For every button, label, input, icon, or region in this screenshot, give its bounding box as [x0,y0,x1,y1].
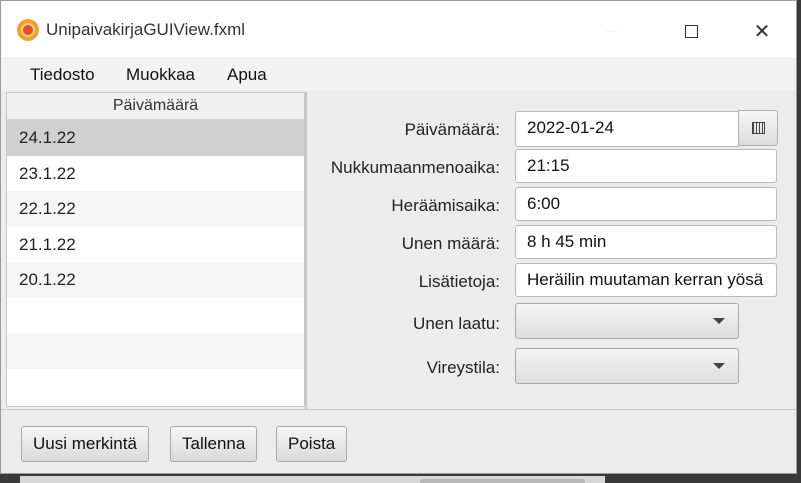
alertness-label: Vireystila: [426,358,500,377]
minimize-button[interactable] [588,11,634,51]
alertness-dropdown[interactable] [515,348,739,384]
list-item[interactable]: 24.1.22 [7,120,304,156]
background-button-edge [420,479,585,483]
window-title: UnipaivakirjaGUIView.fxml [46,20,246,39]
chevron-down-icon [713,363,725,369]
entry-form: Päivämäärä: 2022-01-24 Nukkumaanmenoaika… [307,92,796,409]
maximize-icon [684,24,698,38]
notes-input[interactable]: Heräilin muutaman kerran yösä [515,263,777,297]
title-bar: UnipaivakirjaGUIView.fxml ✕ [1,1,796,57]
chevron-down-icon [713,318,725,324]
delete-button[interactable]: Poista [276,426,348,462]
sleep-quality-dropdown[interactable] [515,303,739,339]
calendar-icon [751,122,765,134]
list-item[interactable]: 23.1.22 [7,156,304,192]
column-header-date[interactable]: Päivämäärä [7,93,304,120]
maximize-button[interactable] [668,11,714,51]
waketime-input[interactable]: 6:00 [515,187,777,221]
app-window: UnipaivakirjaGUIView.fxml ✕ Tiedosto Muo… [0,0,797,474]
list-item[interactable]: 21.1.22 [7,227,304,263]
waketime-label: Heräämisaika: [391,196,500,215]
menu-muokkaa[interactable]: Muokkaa [126,65,195,85]
sleep-amount-label: Unen määrä: [401,234,500,253]
calendar-button[interactable] [738,110,778,146]
notes-label: Lisätietoja: [418,272,500,291]
empty-row [7,298,304,334]
bedtime-label: Nukkumaanmenoaika: [330,158,500,177]
menu-apua[interactable]: Apua [227,65,267,85]
sleep-amount-input[interactable]: 8 h 45 min [515,225,777,259]
button-bar: Uusi merkintä Tallenna Poista [1,409,796,473]
close-icon: ✕ [753,19,771,43]
app-logo-icon [17,19,39,41]
date-list[interactable]: Päivämäärä 24.1.22 23.1.22 22.1.22 21.1.… [6,92,305,407]
date-picker-input[interactable]: 2022-01-24 [515,111,739,147]
empty-row [7,333,304,369]
menu-bar: Tiedosto Muokkaa Apua [1,57,796,91]
date-label: Päivämäärä: [404,120,500,139]
close-button[interactable]: ✕ [739,11,785,51]
minimize-icon [605,30,617,32]
list-item[interactable]: 20.1.22 [7,262,304,298]
save-button[interactable]: Tallenna [170,426,258,462]
list-item[interactable]: 22.1.22 [7,191,304,227]
menu-tiedosto[interactable]: Tiedosto [30,65,95,85]
sleep-quality-label: Unen laatu: [413,314,500,333]
bedtime-input[interactable]: 21:15 [515,149,777,183]
new-entry-button[interactable]: Uusi merkintä [21,426,149,462]
empty-row [7,369,304,405]
